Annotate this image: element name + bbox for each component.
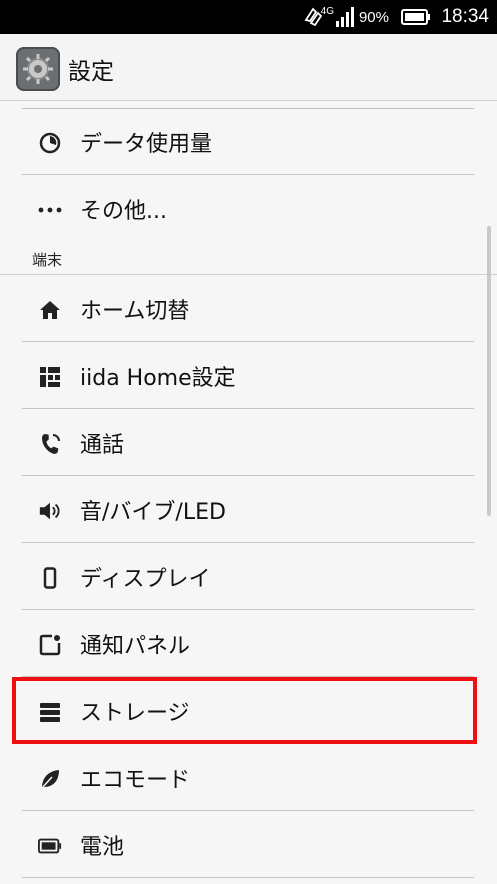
more-icon [38, 198, 62, 222]
section-title: 端末 [32, 251, 63, 269]
list-item-label: ホーム切替 [80, 299, 190, 324]
list-item-home-switch[interactable]: ホーム切替 [0, 276, 497, 342]
action-bar: 設定 [0, 34, 497, 101]
list-item-battery[interactable]: 電池 [0, 812, 497, 878]
divider [22, 810, 474, 811]
highlight-box [12, 677, 477, 744]
list-item-label: 通話 [80, 433, 125, 458]
divider [22, 408, 474, 409]
section-header-device: 端末 [0, 243, 497, 275]
network-type-label: 4G [320, 5, 334, 17]
divider [22, 542, 474, 543]
home-icon [38, 298, 62, 322]
scrollbar[interactable] [487, 226, 491, 516]
list-item-sound[interactable]: 音/バイブ/LED [0, 477, 497, 543]
notification-icon [38, 633, 62, 657]
list-item-label: 音/バイブ/LED [80, 500, 226, 525]
list-item-label: エコモード [80, 768, 191, 793]
divider [0, 274, 497, 275]
settings-gear-icon[interactable] [16, 47, 60, 91]
signal-icon: 4G [321, 0, 355, 34]
list-item-label: ディスプレイ [80, 567, 211, 592]
volume-icon [38, 499, 62, 523]
grid-icon [38, 365, 62, 389]
list-item-label: その他... [80, 199, 167, 224]
list-item-iida-home[interactable]: iida Home設定 [0, 343, 497, 409]
clock: 18:34 [441, 6, 489, 27]
list-item-data-usage[interactable]: データ使用量 [0, 109, 497, 175]
list-item-label: 電池 [80, 835, 125, 860]
display-icon [38, 566, 62, 590]
list-item-notification-panel[interactable]: 通知パネル [0, 611, 497, 677]
divider [22, 609, 474, 610]
list-item-more[interactable]: その他... [0, 176, 497, 242]
list-item-label: 通知パネル [80, 634, 191, 659]
divider [22, 174, 474, 175]
status-bar: 4G 90% 18:34 [0, 0, 497, 34]
list-item-display[interactable]: ディスプレイ [0, 544, 497, 610]
divider [22, 341, 474, 342]
list-item-eco-mode[interactable]: エコモード [0, 745, 497, 811]
list-item-label: iida Home設定 [80, 366, 236, 391]
data-usage-icon [38, 131, 62, 155]
battery-icon [38, 834, 62, 858]
phone-icon [38, 432, 62, 456]
list-item-call[interactable]: 通話 [0, 410, 497, 476]
list-item-label: データ使用量 [80, 132, 213, 157]
status-battery-icon [401, 0, 431, 34]
battery-percent: 90% [358, 8, 389, 26]
page-title: 設定 [68, 59, 114, 85]
divider [22, 877, 474, 878]
divider [22, 475, 474, 476]
leaf-icon [38, 767, 62, 791]
